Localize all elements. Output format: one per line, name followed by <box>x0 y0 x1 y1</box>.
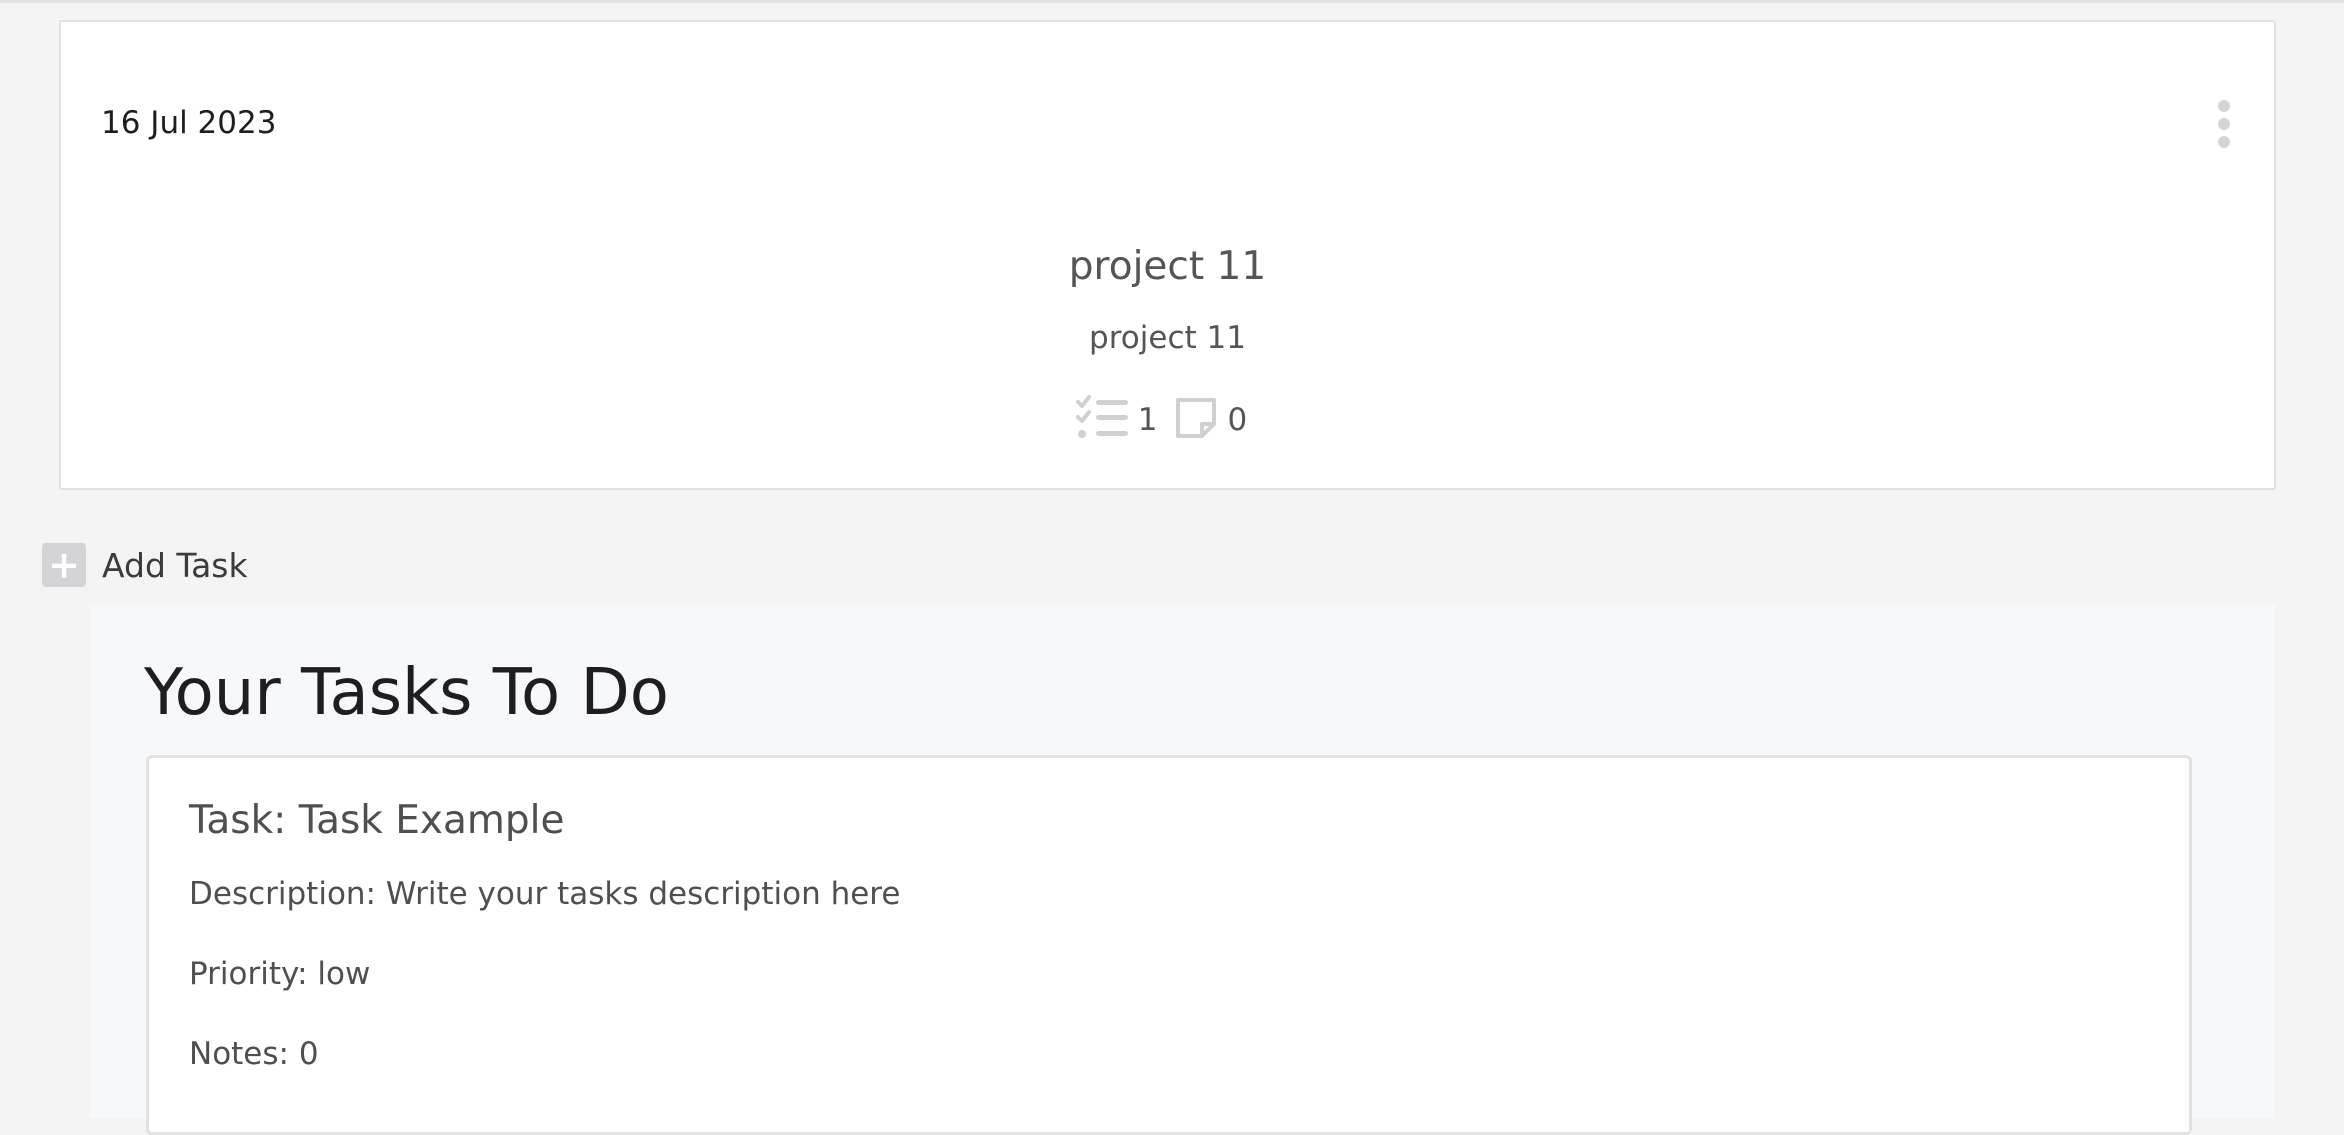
add-task-label: Add Task <box>102 545 248 585</box>
task-priority: Priority: low <box>189 956 371 992</box>
project-date: 16 Jul 2023 <box>101 105 277 141</box>
kebab-menu-icon[interactable] <box>2209 82 2239 148</box>
add-task-button[interactable]: + Add Task <box>42 542 248 588</box>
project-title: project 11 <box>1068 244 1267 289</box>
sticky-note-icon <box>1172 394 1220 446</box>
task-count: 1 <box>1137 402 1158 438</box>
project-card[interactable]: 16 Jul 2023 project 11 project 11 1 0 <box>59 20 2276 490</box>
note-count: 0 <box>1227 402 1248 438</box>
task-notes: Notes: 0 <box>189 1036 319 1072</box>
checklist-icon <box>1074 394 1130 446</box>
tasks-heading: Your Tasks To Do <box>144 656 669 730</box>
project-description: project 11 <box>1089 320 1246 356</box>
plus-icon: + <box>42 543 86 587</box>
task-description: Description: Write your tasks descriptio… <box>189 876 901 912</box>
task-title: Task: Task Example <box>189 798 565 843</box>
project-counts: 1 0 <box>61 390 2274 450</box>
task-card[interactable]: Task: Task Example Description: Write yo… <box>146 755 2192 1135</box>
top-divider <box>0 0 2344 3</box>
